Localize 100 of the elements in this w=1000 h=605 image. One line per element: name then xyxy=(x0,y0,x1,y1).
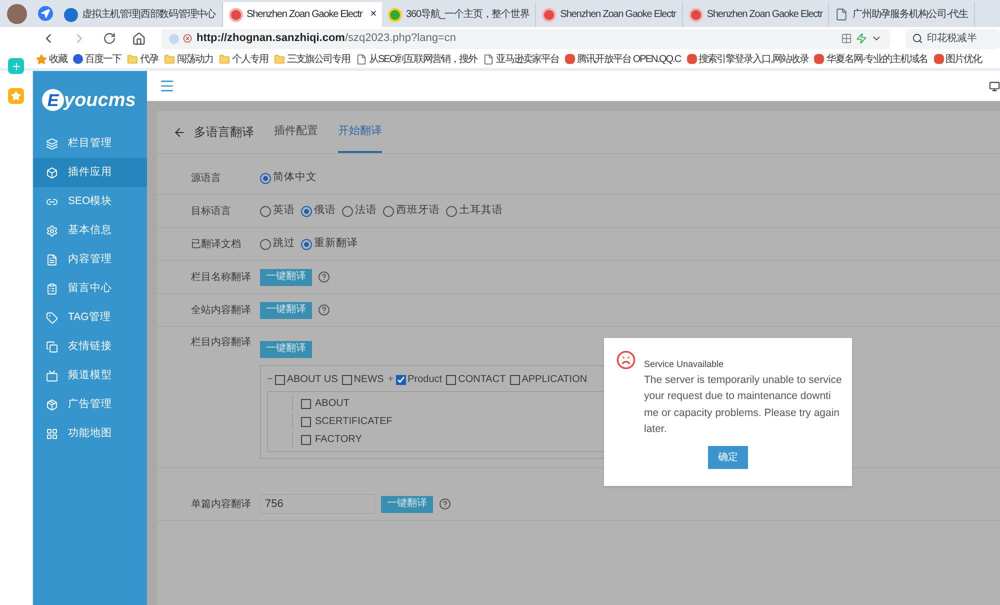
browser-tab[interactable]: 360导航_一个主页，整个世界 xyxy=(382,2,536,27)
tree-toggle[interactable]: − xyxy=(267,372,273,387)
site-icon xyxy=(686,54,697,64)
checkbox[interactable] xyxy=(342,374,352,384)
folder-icon xyxy=(164,54,175,64)
page-icon xyxy=(835,8,848,21)
browser-tab[interactable]: Shenzhen Zoan Gaoke Electr xyxy=(536,2,683,27)
category-label: SCERTIFICATEF xyxy=(315,415,392,429)
bookmark[interactable]: 闯荡动力 xyxy=(164,52,213,66)
browser-tab[interactable]: Shenzhen Zoan Gaoke Electr × xyxy=(222,2,382,27)
bookmark[interactable]: 华夏名网-专业的主机域名 xyxy=(814,52,928,66)
category-label: ABOUT xyxy=(315,397,350,411)
navigation-icon[interactable] xyxy=(38,6,53,21)
checkbox[interactable] xyxy=(510,374,520,384)
radio-button[interactable] xyxy=(301,238,312,250)
document-icon xyxy=(46,254,58,266)
radio-button[interactable] xyxy=(260,172,271,184)
category-label: ABOUT US xyxy=(286,373,338,387)
back-arrow-icon[interactable] xyxy=(173,126,186,138)
star-app-icon[interactable] xyxy=(8,88,24,104)
radio-button[interactable] xyxy=(260,238,271,250)
browser-tab[interactable]: Shenzhen Zoan Gaoke Electr xyxy=(682,2,830,27)
page-tab[interactable]: 插件配置 xyxy=(274,111,318,153)
bookmark[interactable]: 从SEO到互联网营销，搜外 xyxy=(356,52,478,66)
checkbox[interactable] xyxy=(301,398,311,408)
category-label: FACTORY xyxy=(315,433,362,447)
radio-button[interactable] xyxy=(342,206,353,216)
page-title: 多语言翻译 xyxy=(194,124,254,141)
flower-icon xyxy=(688,8,703,22)
browser-tab[interactable]: 广州助孕服务机构公司-代生 xyxy=(829,2,975,27)
tree-toggle[interactable]: + xyxy=(388,372,394,387)
site-icon xyxy=(934,54,944,64)
bookmark[interactable]: 百度一下 xyxy=(73,52,121,66)
tag-icon xyxy=(46,312,58,324)
folder-icon xyxy=(127,54,138,64)
bookmark[interactable]: 代孕 xyxy=(127,52,158,66)
close-tab-button[interactable]: × xyxy=(370,6,376,23)
site-icon xyxy=(64,8,78,22)
bookmark[interactable]: 个人专用 xyxy=(219,52,268,66)
radio-button[interactable] xyxy=(260,206,271,216)
folder-icon xyxy=(219,54,230,64)
address-bar[interactable]: http://zhognan.sanzhiqi.com/szq2023.php?lang=cn xyxy=(161,28,890,48)
lightning-icon[interactable] xyxy=(856,33,867,44)
checkbox[interactable] xyxy=(301,416,311,426)
category-label: CONTACT xyxy=(458,373,506,387)
radio-label: 简体中文 xyxy=(273,170,317,186)
field-label: 已翻译文档 xyxy=(191,238,242,252)
sidebar-item[interactable]: 插件应用 xyxy=(33,158,147,187)
globe-icon xyxy=(388,8,402,22)
field-label: 全站内容翻译 xyxy=(191,304,252,318)
grid-icon[interactable] xyxy=(840,33,852,44)
help-icon[interactable] xyxy=(318,304,330,316)
bookmark[interactable]: 亚马逊卖家平台 xyxy=(483,52,560,66)
bookmark[interactable]: 搜索引擎登录入口,网站收录 xyxy=(686,52,808,66)
checkbox[interactable] xyxy=(396,374,406,384)
bookmark[interactable]: 收藏 xyxy=(36,52,67,66)
browser-tab[interactable]: 虚拟主机管理|西部数码管理中心 xyxy=(58,2,223,27)
plus-app-icon[interactable] xyxy=(8,58,24,74)
dialog-title: Service Unavailable xyxy=(644,358,725,371)
field-label: 目标语言 xyxy=(191,204,232,218)
clipboard-icon xyxy=(46,282,58,294)
radio-label: 土耳其语 xyxy=(459,203,503,218)
bookmark[interactable]: 三支旗公司专用 xyxy=(274,52,350,66)
radio-label: 西班牙语 xyxy=(396,203,440,218)
field-label: 栏目名称翻译 xyxy=(191,270,252,284)
menu-icon[interactable] xyxy=(159,78,175,94)
logo-text: youcms xyxy=(64,90,136,110)
help-icon[interactable] xyxy=(439,498,451,510)
checkbox[interactable] xyxy=(274,374,285,384)
radio-label: 法语 xyxy=(355,203,377,218)
article-id-field[interactable]: 756 xyxy=(260,494,375,514)
checkbox[interactable] xyxy=(301,434,311,444)
tv-icon xyxy=(46,370,58,382)
search-field[interactable]: 印花税减半 xyxy=(906,28,1000,48)
radio-label: 重新翻译 xyxy=(314,236,358,252)
field-label: 源语言 xyxy=(191,172,222,186)
radio-button[interactable] xyxy=(301,206,312,216)
home-icon[interactable] xyxy=(132,32,146,46)
bookmark[interactable]: 图片优化 xyxy=(934,52,982,66)
category-label: NEWS xyxy=(354,373,384,387)
monitor-icon[interactable] xyxy=(989,80,1000,92)
avatar[interactable] xyxy=(6,4,26,24)
reload-icon[interactable] xyxy=(102,32,116,45)
radio-label: 跳过 xyxy=(273,236,295,252)
page-icon xyxy=(483,54,494,64)
cube-icon xyxy=(46,166,58,178)
page-icon xyxy=(356,54,367,64)
checkbox[interactable] xyxy=(446,374,456,384)
radio-button[interactable] xyxy=(446,206,457,216)
help-icon[interactable] xyxy=(318,271,330,283)
radio-label: 俄语 xyxy=(314,203,336,218)
grid-icon xyxy=(46,428,58,440)
search-icon xyxy=(912,33,923,44)
bookmark[interactable]: 腾讯开放平台 OPEN.QQ.C xyxy=(565,52,681,66)
category-label: Product xyxy=(408,373,442,387)
gear-icon xyxy=(46,224,58,236)
layers-icon xyxy=(46,138,58,150)
star-icon xyxy=(36,54,47,64)
radio-button[interactable] xyxy=(383,206,394,216)
radio-label: 英语 xyxy=(273,203,295,218)
